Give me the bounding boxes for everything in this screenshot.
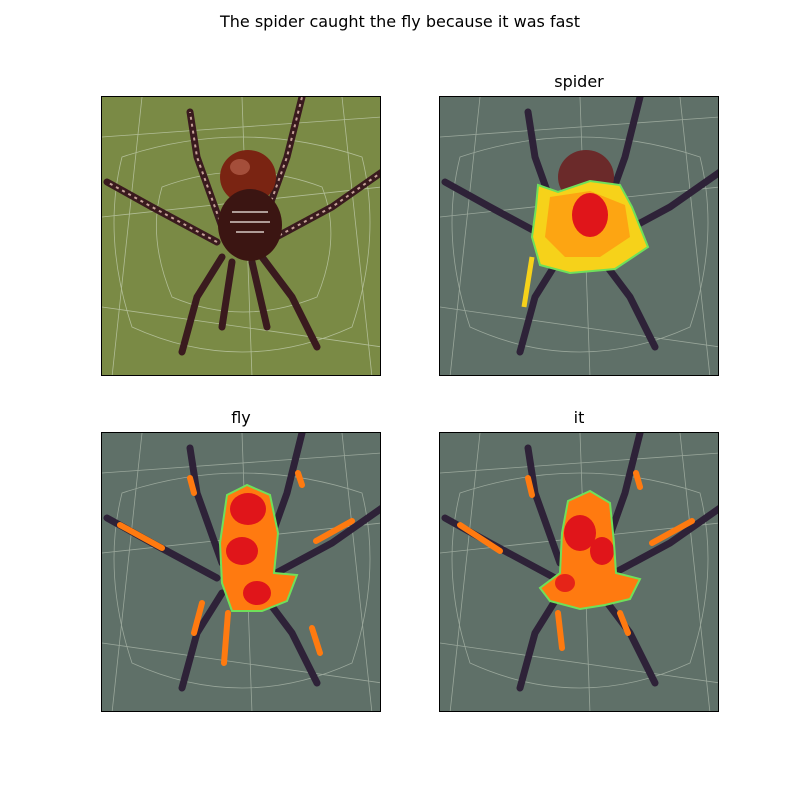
panel-title-it: it <box>573 408 585 427</box>
panel-title-spider: spider <box>554 72 604 91</box>
attention-heatmap-it <box>440 433 718 711</box>
attention-panel-spider <box>439 96 719 376</box>
attention-heatmap-spider <box>440 97 718 375</box>
attention-heatmap-fly <box>102 433 380 711</box>
panel-title-fly: fly <box>231 408 251 427</box>
spider-photo-original <box>102 97 380 375</box>
attention-panel-fly <box>101 432 381 712</box>
attention-panel-it <box>439 432 719 712</box>
original-image-panel <box>101 96 381 376</box>
figure-title: The spider caught the fly because it was… <box>220 12 580 31</box>
